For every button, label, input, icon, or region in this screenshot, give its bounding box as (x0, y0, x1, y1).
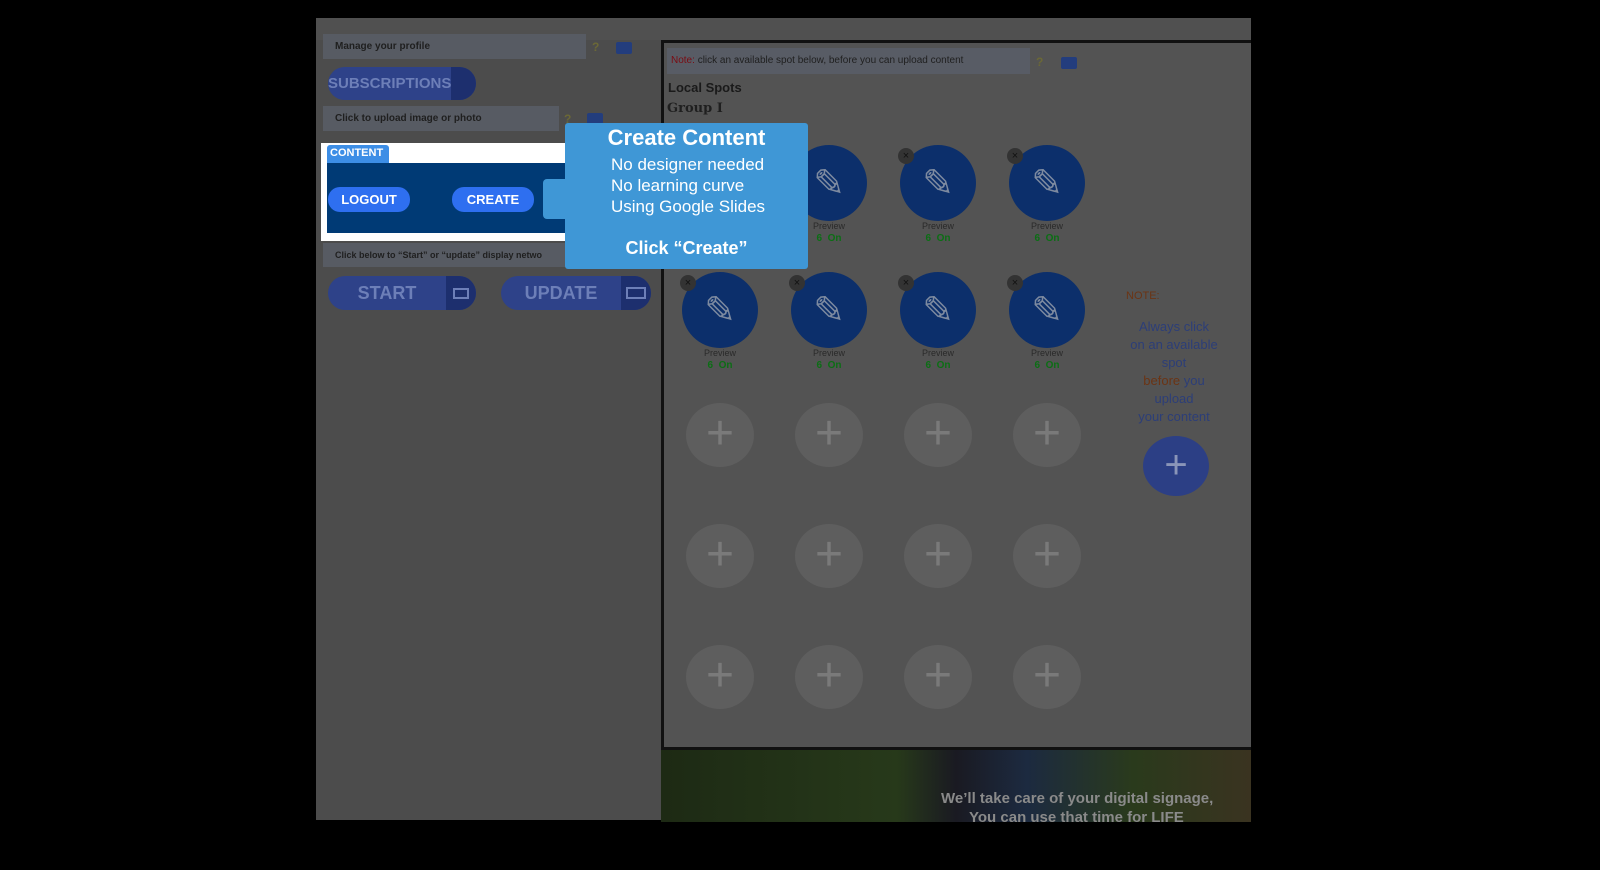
empty-spot-button[interactable]: + (1013, 645, 1081, 709)
note-text: click an available spot below, before yo… (697, 55, 964, 66)
spot-count: 6 (1034, 360, 1041, 371)
preview-link[interactable]: Preview (680, 348, 760, 358)
update-label: UPDATE (524, 282, 598, 303)
spot-count: 6 (707, 360, 714, 371)
spot-count: 6 (816, 360, 823, 371)
start-label: START (357, 282, 417, 303)
note-prefix: Note: (671, 55, 695, 66)
content-tab[interactable]: CONTENT (327, 145, 389, 163)
side-note-title: NOTE: (1126, 290, 1160, 302)
empty-spot-button[interactable]: + (795, 524, 863, 588)
add-spot-button[interactable]: + (1143, 436, 1209, 496)
remove-spot-icon[interactable]: × (680, 275, 696, 291)
spot-status: 6 On (680, 360, 760, 371)
empty-spot-button[interactable]: + (686, 645, 754, 709)
tooltip-pointer (543, 179, 567, 219)
content-section: CONTENT LOGOUT CREATE (321, 143, 567, 241)
preview-link[interactable]: Preview (1007, 348, 1087, 358)
preview-link[interactable]: Preview (1007, 221, 1087, 231)
pencil-icon: ✎ (813, 162, 845, 205)
preview-link[interactable]: Preview (898, 348, 978, 358)
empty-spot-button[interactable]: + (904, 524, 972, 588)
banner-text: We’ll take care of your digital signage, (941, 790, 1214, 807)
spot-count: 6 (1034, 233, 1041, 244)
spot-on: On (827, 360, 842, 371)
banner-text: You can use that time for LIFE (969, 809, 1184, 822)
spot-count: 6 (925, 233, 932, 244)
save-icon[interactable] (1061, 57, 1077, 69)
spot-count: 6 (816, 233, 823, 244)
empty-spot-button[interactable]: + (904, 645, 972, 709)
empty-spot-button[interactable]: + (1013, 403, 1081, 467)
side-note-line: your content (1138, 409, 1210, 424)
remove-spot-icon[interactable]: × (789, 275, 805, 291)
side-note-line: Always click (1138, 319, 1210, 334)
help-icon[interactable]: ? (1036, 55, 1043, 69)
spot-status: 6 On (789, 360, 869, 371)
cast-icon (621, 276, 651, 310)
empty-spot-button[interactable]: + (795, 645, 863, 709)
tooltip-title: Create Content (607, 125, 766, 150)
create-content-tooltip: Create Content No designer needed No lea… (565, 123, 808, 269)
spot-on: On (718, 360, 733, 371)
remove-spot-icon[interactable]: × (1007, 148, 1023, 164)
pencil-icon: ✎ (1031, 289, 1063, 332)
banner-image: We’ll take care of your digital signage,… (661, 750, 1251, 822)
create-button[interactable]: CREATE (452, 187, 534, 212)
logout-button[interactable]: LOGOUT (328, 187, 410, 212)
update-button[interactable]: UPDATE (501, 276, 651, 310)
network-label: Click below to “Start” or “update” displ… (335, 250, 543, 260)
profile-label: Manage your profile (335, 41, 431, 52)
empty-spot-button[interactable]: + (904, 403, 972, 467)
pencil-icon: ✎ (1031, 162, 1063, 205)
tooltip-line: No designer needed (611, 155, 765, 174)
empty-spot-button[interactable]: + (1013, 524, 1081, 588)
remove-spot-icon[interactable]: × (1007, 275, 1023, 291)
pencil-icon: ✎ (813, 289, 845, 332)
side-note-line: spot (1161, 355, 1187, 370)
note-bar: Note: click an available spot below, bef… (667, 48, 1030, 74)
start-button[interactable]: START (328, 276, 476, 310)
network-bar: Click below to “Start” or “update” displ… (323, 243, 573, 267)
tooltip-line: No learning curve (611, 176, 745, 195)
side-note: Always click on an available spot before… (1119, 318, 1229, 426)
tooltip-line: Using Google Slides (611, 197, 766, 216)
side-note-line: upload (1154, 391, 1194, 406)
remove-spot-icon[interactable]: × (898, 148, 914, 164)
monitor-icon (446, 276, 476, 310)
spot-status: 6 On (898, 360, 978, 371)
spot-on: On (1045, 360, 1060, 371)
upload-label: Click to upload image or photo (335, 113, 482, 124)
empty-spot-button[interactable]: + (795, 403, 863, 467)
side-note-line: on an available (1130, 337, 1218, 352)
spot-status: 6 On (1007, 233, 1087, 244)
manage-profile-bar[interactable]: Manage your profile (323, 34, 586, 59)
empty-spot-button[interactable]: + (686, 524, 754, 588)
subscriptions-label: SUBSCRIPTIONS (328, 75, 452, 92)
spot-on: On (936, 360, 951, 371)
spot-count: 6 (925, 360, 932, 371)
subscriptions-button[interactable]: SUBSCRIPTIONS (328, 67, 476, 100)
tooltip-body: No designer needed No learning curve Usi… (611, 154, 765, 217)
save-icon[interactable] (616, 42, 632, 54)
spot-on: On (827, 233, 842, 244)
spot-on: On (1045, 233, 1060, 244)
upload-bar[interactable]: Click to upload image or photo (323, 106, 559, 131)
remove-spot-icon[interactable]: × (898, 275, 914, 291)
pencil-icon: ✎ (704, 289, 736, 332)
spot-status: 6 On (1007, 360, 1087, 371)
help-icon[interactable]: ? (592, 40, 599, 54)
preview-link[interactable]: Preview (898, 221, 978, 231)
spot-on: On (936, 233, 951, 244)
pencil-icon: ✎ (922, 162, 954, 205)
side-note-before: before (1143, 373, 1181, 388)
side-note-line: you (1180, 373, 1205, 388)
pencil-icon: ✎ (922, 289, 954, 332)
preview-link[interactable]: Preview (789, 348, 869, 358)
local-spots-title: Local Spots (668, 80, 742, 95)
spot-status: 6 On (898, 233, 978, 244)
tooltip-cta: Click “Create” (625, 238, 748, 258)
group-label: Group I (667, 101, 723, 116)
empty-spot-button[interactable]: + (686, 403, 754, 467)
